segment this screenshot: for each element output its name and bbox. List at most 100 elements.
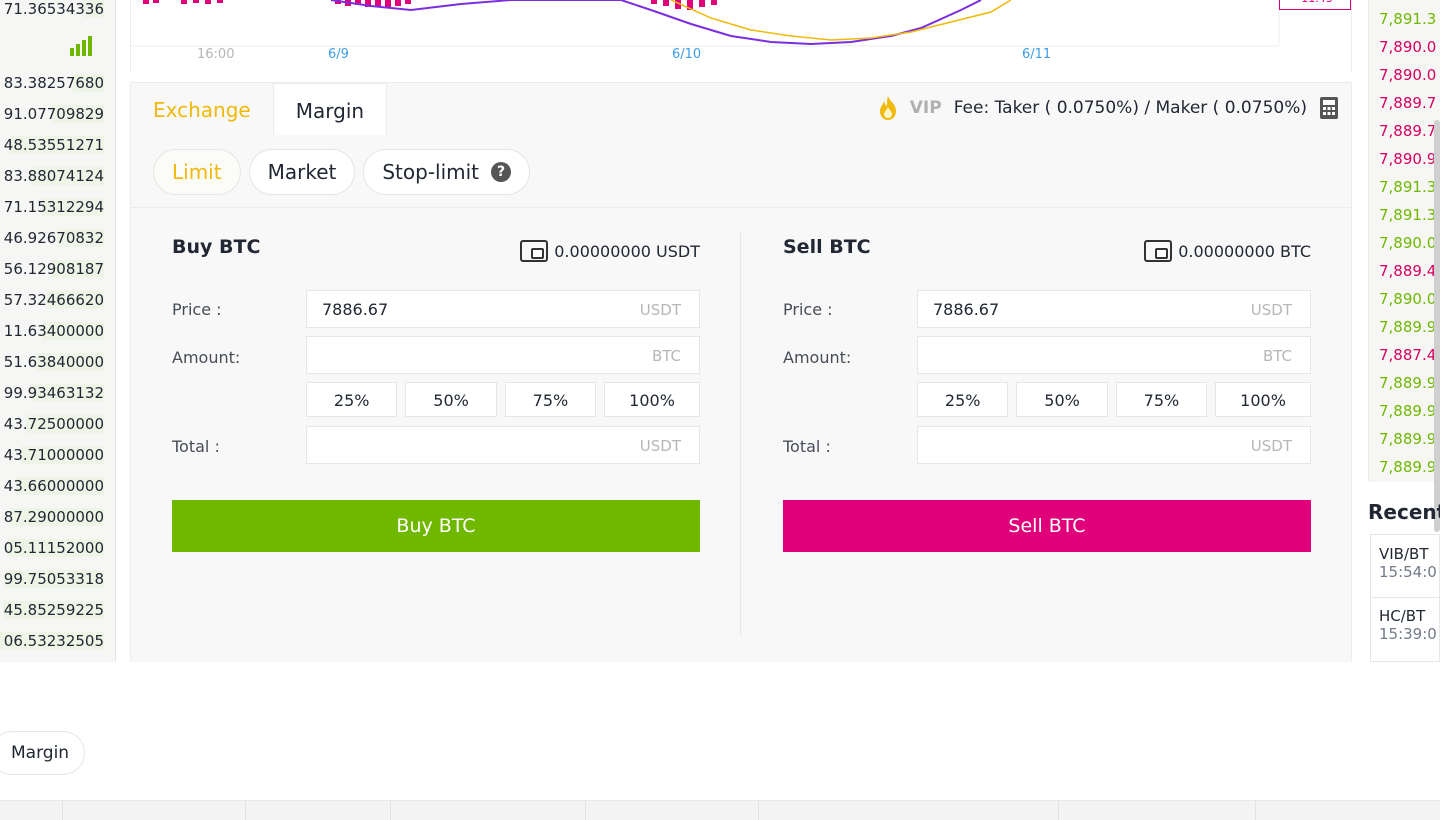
form-divider — [740, 232, 741, 636]
list-item[interactable]: HC/BT 15:39:0 — [1379, 607, 1437, 643]
orderbook-row[interactable]: 57.32466620 — [0, 291, 104, 309]
price-chart[interactable]: 16:00 6/9 6/10 6/11 -11.43 — [130, 0, 1352, 72]
help-icon[interactable]: ? — [491, 162, 512, 182]
orderbook-row[interactable]: 91.07709829 — [0, 105, 104, 123]
orderbook-row[interactable]: 99.93463132 — [0, 384, 104, 402]
sell-percent-25[interactable]: 25% — [917, 382, 1009, 417]
orderbook-amount: 46.92670832 — [3, 229, 104, 247]
chart-tick-date: 6/11 — [1022, 47, 1052, 62]
orderbook-row[interactable]: 83.38257680 — [0, 74, 104, 92]
orderbook-amount: 05.11152000 — [3, 539, 104, 557]
scrollbar[interactable] — [1434, 120, 1440, 532]
chart-lines — [131, 0, 1280, 47]
orderbook-row[interactable]: 71.36534336 — [0, 0, 104, 18]
orderbook-row[interactable]: 56.12908187 — [0, 260, 104, 278]
orderbook-amount: 43.72500000 — [3, 415, 104, 433]
sell-price-unit: USDT — [1250, 301, 1292, 319]
orderbook-amount: 83.38257680 — [3, 74, 104, 92]
chart-tick-date: 6/9 — [328, 47, 349, 62]
sell-price-input[interactable]: 7886.67 USDT — [917, 290, 1311, 328]
sell-form: Sell BTC 0.00000000 BTC Price : 7886.67 … — [783, 208, 1311, 648]
orderbook-row[interactable]: 7,891.3 — [1379, 10, 1436, 28]
sell-percent-50[interactable]: 50% — [1016, 382, 1108, 417]
orderbook-amount: 45.85259225 — [3, 601, 104, 619]
sell-percent-row: 25% 50% 75% 100% — [917, 382, 1311, 417]
orderbook-row[interactable]: 45.85259225 — [0, 601, 104, 619]
buy-percent-row: 25% 50% 75% 100% — [306, 382, 700, 417]
order-type-limit[interactable]: Limit — [153, 149, 241, 195]
orderbook-amount: 06.53232505 — [3, 632, 104, 650]
buy-btc-button[interactable]: Buy BTC — [172, 500, 700, 552]
buy-amount-label: Amount: — [172, 348, 241, 367]
buy-percent-100[interactable]: 100% — [604, 382, 700, 417]
tab-exchange[interactable]: Exchange — [131, 83, 273, 135]
buy-percent-75[interactable]: 75% — [504, 382, 597, 417]
orderbook-row[interactable]: 48.53551271 — [0, 136, 104, 154]
orderbook-row[interactable]: 71.15312294 — [0, 198, 104, 216]
orderbook-row[interactable]: 43.71000000 — [0, 446, 104, 464]
trading-page: 71.36534336 83.38257680 91.07709829 48.5355… — [0, 0, 1440, 820]
orderbook-amount: 56.12908187 — [3, 260, 104, 278]
orderbook-row[interactable]: 87.29000000 — [0, 508, 104, 526]
order-type-market[interactable]: Market — [248, 149, 356, 195]
trade-panel: Exchange Margin VIP Fee: Taker ( 0.0750%… — [130, 82, 1352, 662]
sell-btc-button[interactable]: Sell BTC — [783, 500, 1311, 552]
orderbook-row[interactable]: 05.11152000 — [0, 539, 104, 557]
sell-amount-unit: BTC — [1262, 347, 1292, 365]
orderbook-row[interactable]: 7,890.0 — [1379, 290, 1436, 308]
buy-title: Buy BTC — [172, 236, 261, 258]
orderbook-row[interactable]: 06.53232505 — [0, 632, 104, 650]
orderbook-row[interactable]: 7,889.9 — [1379, 374, 1436, 392]
orderbook-amount: 51.63840000 — [3, 353, 104, 371]
orderbook-row[interactable]: 7,889.7 — [1379, 122, 1436, 140]
buy-balance: 0.00000000 USDT — [520, 240, 700, 262]
sell-amount-input[interactable]: BTC — [917, 336, 1311, 374]
orderbook-row[interactable]: 7,890.9 — [1379, 150, 1436, 168]
trade-tabs: Exchange Margin — [131, 83, 388, 135]
orderbook-row[interactable]: 7,889.4 — [1379, 262, 1436, 280]
list-item[interactable]: VIB/BT 15:54:0 — [1379, 545, 1437, 581]
orderbook-amount: 87.29000000 — [3, 508, 104, 526]
orders-table-header — [0, 800, 1440, 820]
buy-price-label: Price : — [172, 300, 222, 319]
orderbook-row[interactable]: 7,889.7 — [1379, 94, 1436, 112]
orderbook-row[interactable]: 7,891.3 — [1379, 206, 1436, 224]
orderbook-row[interactable]: 7,887.4 — [1379, 346, 1436, 364]
buy-form: Buy BTC 0.00000000 USDT Price : 7886.67 … — [172, 208, 700, 648]
orderbook-row[interactable]: 46.92670832 — [0, 229, 104, 247]
margin-tab-button[interactable]: Margin — [0, 731, 85, 775]
sell-percent-100[interactable]: 100% — [1215, 382, 1311, 417]
sell-total-input[interactable]: USDT — [917, 426, 1311, 464]
orderbook-row[interactable]: 7,891.3 — [1379, 178, 1436, 196]
orderbook-row[interactable]: 7,889.9 — [1379, 402, 1436, 420]
orderbook-row[interactable]: 11.63400000 — [0, 322, 104, 340]
calculator-icon[interactable] — [1319, 96, 1339, 120]
buy-total-input[interactable]: USDT — [306, 426, 700, 464]
buy-total-label: Total : — [172, 437, 220, 456]
orderbook-row[interactable]: 51.63840000 — [0, 353, 104, 371]
orderbook-row[interactable]: 7,889.9 — [1379, 458, 1436, 476]
order-type-stop-limit[interactable]: Stop-limit ? — [363, 149, 531, 195]
buy-amount-unit: BTC — [651, 347, 681, 365]
orderbook-row[interactable]: 7,890.0 — [1379, 234, 1436, 252]
orderbook-row[interactable]: 7,890.0 — [1379, 38, 1436, 56]
sell-title: Sell BTC — [783, 236, 871, 258]
buy-percent-25[interactable]: 25% — [306, 382, 398, 417]
buy-percent-50[interactable]: 50% — [405, 382, 497, 417]
orderbook-row[interactable]: 83.88074124 — [0, 167, 104, 185]
orderbook-amount: 99.75053318 — [3, 570, 104, 588]
buy-amount-input[interactable]: BTC — [306, 336, 700, 374]
sell-percent-75[interactable]: 75% — [1115, 382, 1208, 417]
orderbook-row[interactable]: 99.75053318 — [0, 570, 104, 588]
orderbook-row[interactable]: 7,889.9 — [1379, 430, 1436, 448]
tab-margin[interactable]: Margin — [272, 83, 388, 135]
orderbook-row[interactable]: 7,890.0 — [1379, 66, 1436, 84]
recent-trades-list: VIB/BT 15:54:0 HC/BT 15:39:0 — [1370, 534, 1440, 662]
order-type-stop-limit-label: Stop-limit — [382, 160, 480, 184]
chart-tick-date: 6/10 — [672, 47, 702, 62]
orderbook-row[interactable]: 43.72500000 — [0, 415, 104, 433]
fire-icon — [879, 96, 896, 120]
orderbook-row[interactable]: 43.66000000 — [0, 477, 104, 495]
orderbook-row[interactable]: 7,889.9 — [1379, 318, 1436, 336]
buy-price-input[interactable]: 7886.67 USDT — [306, 290, 700, 328]
